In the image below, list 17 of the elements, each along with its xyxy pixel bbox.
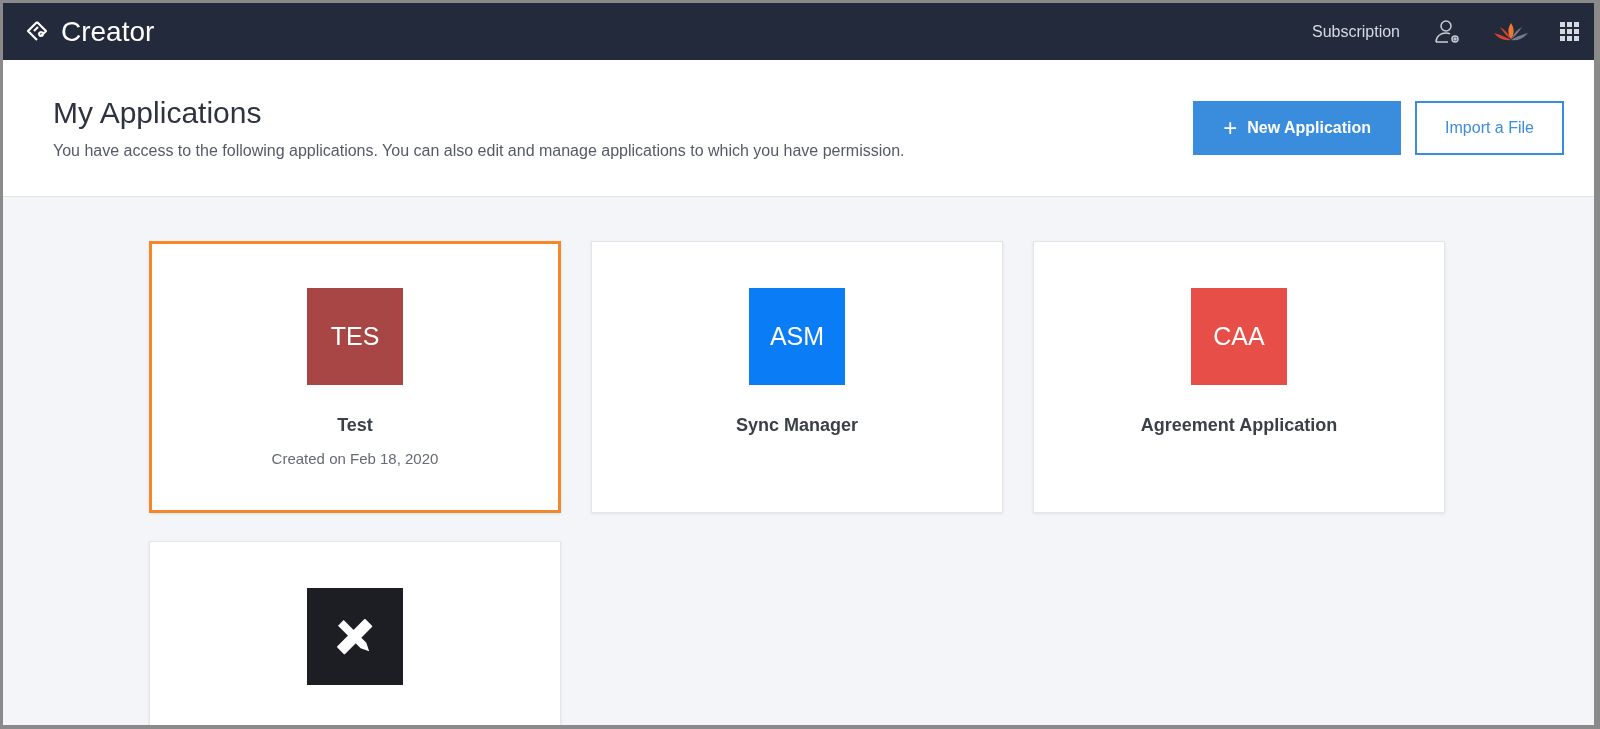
application-card[interactable]: TES Test Created on Feb 18, 2020	[149, 241, 561, 513]
page-title: My Applications	[53, 96, 263, 130]
app-grid-icon[interactable]	[1560, 21, 1580, 42]
application-name: Sync Manager	[735, 415, 858, 436]
app-tile: TES	[307, 288, 403, 385]
application-card[interactable]: ASM Sync Manager	[591, 241, 1003, 513]
created-date: Created on Feb 18, 2020	[271, 450, 439, 467]
brand-name: Creator	[61, 15, 155, 48]
application-name: Test	[337, 415, 373, 436]
application-name: Agreement Application	[1140, 415, 1338, 436]
application-card[interactable]: CAA Agreement Application	[1033, 241, 1445, 513]
subscription-link[interactable]: Subscription	[1311, 22, 1400, 41]
app-tile: ASM	[749, 288, 845, 385]
app-tile: CAA	[1191, 288, 1287, 385]
page-subtitle: You have access to the following applications. You can also edit and manage applications to which you have permission.	[53, 142, 906, 160]
import-file-button[interactable]: Import a File	[1415, 101, 1564, 155]
user-settings-icon[interactable]	[1434, 17, 1462, 46]
